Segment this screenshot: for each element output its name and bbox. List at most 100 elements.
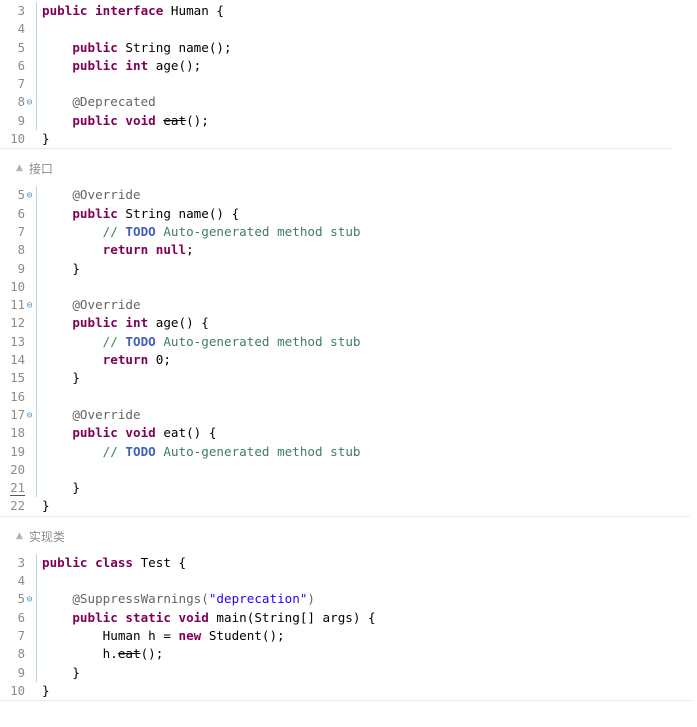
code-line[interactable]: 22 } [0, 497, 697, 515]
fold-collapse-icon[interactable]: ⊖ [25, 407, 34, 425]
code-line[interactable]: 17⊖ @Override [0, 406, 697, 424]
line-number-gutter[interactable]: 22 [0, 497, 36, 517]
code-text: // TODO Auto-generated method stub [36, 333, 361, 351]
code-line[interactable]: 15 } [0, 369, 697, 387]
line-number-gutter[interactable]: 9 [0, 260, 36, 280]
code-line[interactable]: 6 public static void main(String[] args)… [0, 609, 697, 627]
line-number: 6 [17, 610, 25, 625]
code-line[interactable]: 5⊖ @SuppressWarnings("deprecation") [0, 590, 697, 608]
triangle-up-icon: ▲ [16, 163, 23, 174]
line-number-gutter[interactable]: 4 [0, 20, 36, 40]
code-line[interactable]: 8 h.eat(); [0, 645, 697, 663]
code-line[interactable]: 9 } [0, 664, 697, 682]
line-number-gutter[interactable]: 8⊖ [0, 93, 36, 113]
line-number-gutter[interactable]: 14 [0, 351, 36, 371]
token-kw: public void [72, 425, 156, 441]
code-line[interactable]: 14 return 0; [0, 351, 697, 369]
code-line[interactable]: 6 public int age(); [0, 57, 697, 75]
code-line[interactable]: 7 Human h = new Student(); [0, 627, 697, 645]
code-line[interactable]: 8 return null; [0, 241, 697, 259]
code-line[interactable]: 5 public String name(); [0, 39, 697, 57]
fold-collapse-icon[interactable]: ⊖ [25, 591, 34, 609]
line-number-gutter[interactable]: 3 [0, 554, 36, 574]
line-number-gutter[interactable]: 9 [0, 664, 36, 684]
token-plain: h. [42, 646, 118, 662]
line-number-gutter[interactable]: 10 [0, 682, 36, 702]
fold-placeholder-icon [25, 683, 34, 701]
code-line[interactable]: 20 [0, 461, 697, 479]
line-number-gutter[interactable]: 10 [0, 278, 36, 298]
line-number-gutter[interactable]: 10 [0, 130, 36, 150]
code-line[interactable]: 9 } [0, 260, 697, 278]
line-number-gutter[interactable]: 3 [0, 2, 36, 22]
line-number-gutter[interactable]: 17⊖ [0, 406, 36, 426]
line-number-gutter[interactable]: 19 [0, 443, 36, 463]
code-line[interactable]: 12 public int age() { [0, 314, 697, 332]
code-line[interactable]: 16 [0, 388, 697, 406]
code-line[interactable]: 9 public void eat(); [0, 112, 697, 130]
line-number-gutter[interactable]: 12 [0, 314, 36, 334]
code-line[interactable]: 6 public String name() { [0, 205, 697, 223]
code-line[interactable]: 3 public interface Human { [0, 2, 697, 20]
code-text: public String name(); [36, 39, 231, 57]
code-line[interactable]: 18 public void eat() { [0, 424, 697, 442]
code-line[interactable]: 10 [0, 278, 697, 296]
line-number-gutter[interactable]: 11⊖ [0, 296, 36, 316]
code-line[interactable]: 7 [0, 75, 697, 93]
line-number: 17 [10, 407, 25, 422]
line-number-gutter[interactable]: 18 [0, 424, 36, 444]
fold-placeholder-icon [25, 573, 34, 591]
line-number-gutter[interactable]: 5⊖ [0, 590, 36, 610]
code-line[interactable]: 10 } [0, 130, 697, 148]
line-number-gutter[interactable]: 13 [0, 333, 36, 353]
code-text: @Override [36, 406, 140, 424]
line-number-gutter[interactable]: 6 [0, 609, 36, 629]
code-blocks-container: 3 public interface Human {4 5 public Str… [0, 2, 697, 702]
line-number-gutter[interactable]: 5⊖ [0, 186, 36, 206]
line-number: 10 [10, 683, 25, 698]
line-number: 18 [10, 426, 25, 441]
code-line[interactable]: 19 // TODO Auto-generated method stub [0, 443, 697, 461]
fold-collapse-icon[interactable]: ⊖ [25, 94, 34, 112]
line-number-gutter[interactable]: 4 [0, 572, 36, 592]
line-number-gutter[interactable]: 8 [0, 645, 36, 665]
code-line[interactable]: 11⊖ @Override [0, 296, 697, 314]
interface-block[interactable]: 3 public interface Human {4 5 public Str… [0, 2, 697, 150]
code-line[interactable]: 4 [0, 20, 697, 38]
code-line[interactable]: 21 } [0, 479, 697, 497]
line-number-gutter[interactable]: 16 [0, 388, 36, 408]
code-line[interactable]: 7 // TODO Auto-generated method stub [0, 223, 697, 241]
implementation-block[interactable]: 5⊖ @Override 6 public String name() {7 //… [0, 186, 697, 517]
code-text: } [36, 682, 50, 700]
token-plain: age() { [148, 315, 209, 331]
test-class-block[interactable]: 3 public class Test {4 5⊖ @SuppressWarni… [0, 553, 697, 702]
code-line[interactable]: 5⊖ @Override [0, 186, 697, 204]
line-number-gutter[interactable]: 5 [0, 39, 36, 59]
code-line[interactable]: 13 // TODO Auto-generated method stub [0, 333, 697, 351]
code-line[interactable]: 4 [0, 572, 697, 590]
token-ann: ) [307, 591, 315, 607]
block-separator [0, 700, 694, 702]
code-line[interactable]: 10 } [0, 682, 697, 700]
line-number-gutter[interactable]: 7 [0, 75, 36, 95]
fold-collapse-icon[interactable]: ⊖ [25, 187, 34, 205]
token-plain: main(String[] args) { [208, 609, 376, 625]
line-number: 21 [10, 481, 25, 497]
line-number-gutter[interactable]: 9 [0, 112, 36, 132]
line-number-gutter[interactable]: 15 [0, 369, 36, 389]
line-number: 5 [17, 40, 25, 55]
code-text: } [36, 497, 50, 515]
line-number-gutter[interactable]: 21 [0, 479, 36, 499]
line-number: 12 [10, 316, 25, 331]
code-line[interactable]: 8⊖ @Deprecated [0, 93, 697, 111]
line-number-gutter[interactable]: 20 [0, 461, 36, 481]
line-number-gutter[interactable]: 7 [0, 223, 36, 243]
line-number-gutter[interactable]: 6 [0, 57, 36, 77]
line-number-gutter[interactable]: 6 [0, 205, 36, 225]
line-number-gutter[interactable]: 8 [0, 241, 36, 261]
fold-collapse-icon[interactable]: ⊖ [25, 297, 34, 315]
code-line[interactable]: 3 public class Test { [0, 554, 697, 572]
line-number-gutter[interactable]: 7 [0, 627, 36, 647]
